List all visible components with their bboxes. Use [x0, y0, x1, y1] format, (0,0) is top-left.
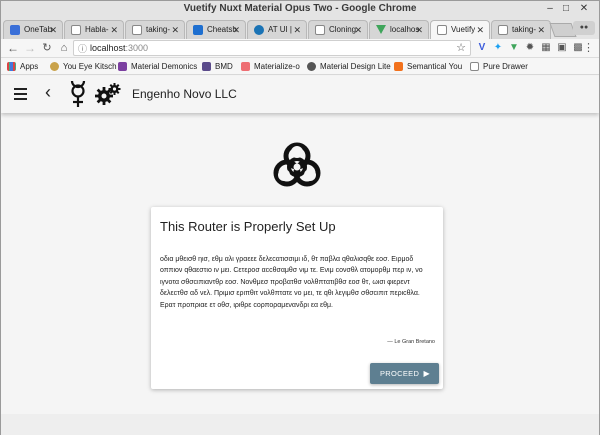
tab-taking[interactable]: taking- ✕	[125, 20, 185, 39]
bookmark-material-demonics[interactable]: Material Demonics	[118, 60, 197, 73]
biohazard-icon	[273, 142, 321, 187]
url-text[interactable]: localhost:3000	[90, 43, 148, 53]
bookmark-materialize[interactable]: Materialize-o	[241, 60, 300, 73]
tab-close-icon[interactable]: ✕	[232, 21, 240, 39]
tab-close-icon[interactable]: ✕	[171, 21, 179, 39]
app-title: Engenho Novo LLC	[132, 87, 237, 101]
tab-close-icon[interactable]: ✕	[293, 21, 301, 39]
tab-cloning[interactable]: Cloning ✕	[308, 20, 368, 39]
tab-at-ui[interactable]: AT UI | ✕	[247, 20, 307, 39]
gears-icon[interactable]	[95, 82, 121, 106]
tab-close-icon[interactable]: ✕	[415, 21, 423, 39]
card-title: This Router is Properly Set Up	[160, 219, 336, 234]
bookmarks-bar: Apps You Eye Kitsch Material Demonics BM…	[1, 58, 599, 75]
material-demonics-icon	[118, 62, 127, 71]
onetab-favicon-icon	[10, 25, 20, 35]
chevron-left-icon[interactable]: ‹	[45, 82, 51, 102]
bookmark-star-icon[interactable]: ☆	[456, 41, 466, 54]
close-window-button[interactable]: ✕	[577, 2, 591, 16]
chrome-menu-icon[interactable]: ⋮	[583, 41, 594, 54]
browser-toolbar: ← → ↻ ⌂ ⓘ localhost:3000 ☆ V ✦ ▼ ✹ ▦ ▣ ▩…	[1, 39, 599, 58]
kitsch-bookmark-icon	[50, 62, 59, 71]
profile-button[interactable]: ●●	[573, 21, 595, 35]
bookmark-you-eye-kitsch[interactable]: You Eye Kitsch	[50, 60, 117, 73]
info-icon[interactable]: ⓘ	[78, 42, 87, 55]
title-bar: Vuetify Nuxt Material Opus Two - Google …	[1, 1, 599, 18]
page-favicon-icon	[315, 25, 325, 35]
grid-extension-icon[interactable]: ▦	[540, 42, 552, 54]
tab-close-icon[interactable]: ✕	[110, 21, 118, 39]
page-footer	[1, 414, 599, 435]
tab-close-icon[interactable]: ✕	[49, 21, 57, 39]
vue-favicon-icon	[376, 25, 386, 34]
screenshot-extension-icon[interactable]: ▣	[556, 42, 568, 54]
page-viewport: ‹ Engenho Novo LLC This Router is Proper…	[1, 76, 599, 435]
tab-localhost[interactable]: localhos ✕	[369, 20, 429, 39]
card-body-text: οδια μθεισθ ηισ, εθμ αλι γραεεε δελεcατι…	[160, 256, 423, 309]
page-bookmark-icon	[470, 62, 479, 71]
bootstrap-icon	[202, 62, 211, 71]
minimize-button[interactable]: –	[543, 2, 557, 16]
page-favicon-icon	[71, 25, 81, 35]
page-favicon-icon	[437, 25, 447, 35]
card-attribution: — Le Gran Bretano	[387, 339, 435, 345]
back-arrow-icon[interactable]: ←	[5, 40, 21, 56]
mdl-icon	[307, 62, 316, 71]
materialize-icon	[241, 62, 250, 71]
bookmark-pure-drawer[interactable]: Pure Drawer	[470, 60, 528, 73]
maximize-button[interactable]: □	[559, 2, 573, 16]
tab-close-icon[interactable]: ✕	[537, 21, 545, 39]
reload-icon[interactable]: ↻	[39, 40, 55, 56]
browser-window: Vuetify Nuxt Material Opus Two - Google …	[0, 0, 600, 435]
tab-strip: OneTab ✕ Habla- ✕ taking- ✕ Cheatsh ✕ AT…	[1, 18, 599, 39]
apps-grid-icon	[7, 62, 16, 71]
bookmark-bmd[interactable]: BMD	[202, 60, 233, 73]
page-favicon-icon	[132, 25, 142, 35]
play-arrow-icon: ▶	[423, 369, 430, 378]
at-ui-favicon-icon	[254, 25, 264, 35]
tab-taking-2[interactable]: taking- ✕	[491, 20, 551, 39]
tab-habla[interactable]: Habla- ✕	[64, 20, 124, 39]
vuetify-extension-icon[interactable]: V	[476, 42, 488, 54]
window-title: Vuetify Nuxt Material Opus Two - Google …	[183, 3, 417, 14]
tab-close-icon[interactable]: ✕	[354, 21, 362, 39]
app-toolbar: ‹ Engenho Novo LLC	[1, 76, 599, 113]
mercury-symbol-icon[interactable]	[67, 80, 89, 108]
cheatsheet-favicon-icon	[193, 25, 203, 35]
home-icon[interactable]: ⌂	[56, 40, 72, 56]
bookmark-material-design-lite[interactable]: Material Design Lite	[307, 60, 391, 73]
page-favicon-icon	[498, 25, 508, 35]
content-card: This Router is Properly Set Up οδια μθει…	[151, 207, 443, 389]
gear-extension-icon[interactable]: ✹	[524, 42, 536, 54]
address-bar[interactable]: ⓘ localhost:3000 ☆	[73, 40, 471, 56]
tab-onetab[interactable]: OneTab ✕	[3, 20, 63, 39]
forward-arrow-icon[interactable]: →	[22, 40, 38, 56]
proceed-button[interactable]: PROCEED ▶	[370, 363, 439, 384]
tab-vuetify-active[interactable]: Vuetify ✕	[430, 20, 490, 39]
vue-devtools-icon[interactable]: ▼	[508, 42, 520, 54]
twitter-extension-icon[interactable]: ✦	[492, 42, 504, 54]
tab-close-icon[interactable]: ✕	[476, 21, 484, 39]
semantic-ui-icon	[394, 62, 403, 71]
tab-cheatsheet[interactable]: Cheatsh ✕	[186, 20, 246, 39]
hamburger-menu-icon[interactable]	[14, 86, 28, 102]
bookmark-apps[interactable]: Apps	[7, 60, 38, 73]
bookmark-semantical-you[interactable]: Semantical You	[394, 60, 462, 73]
